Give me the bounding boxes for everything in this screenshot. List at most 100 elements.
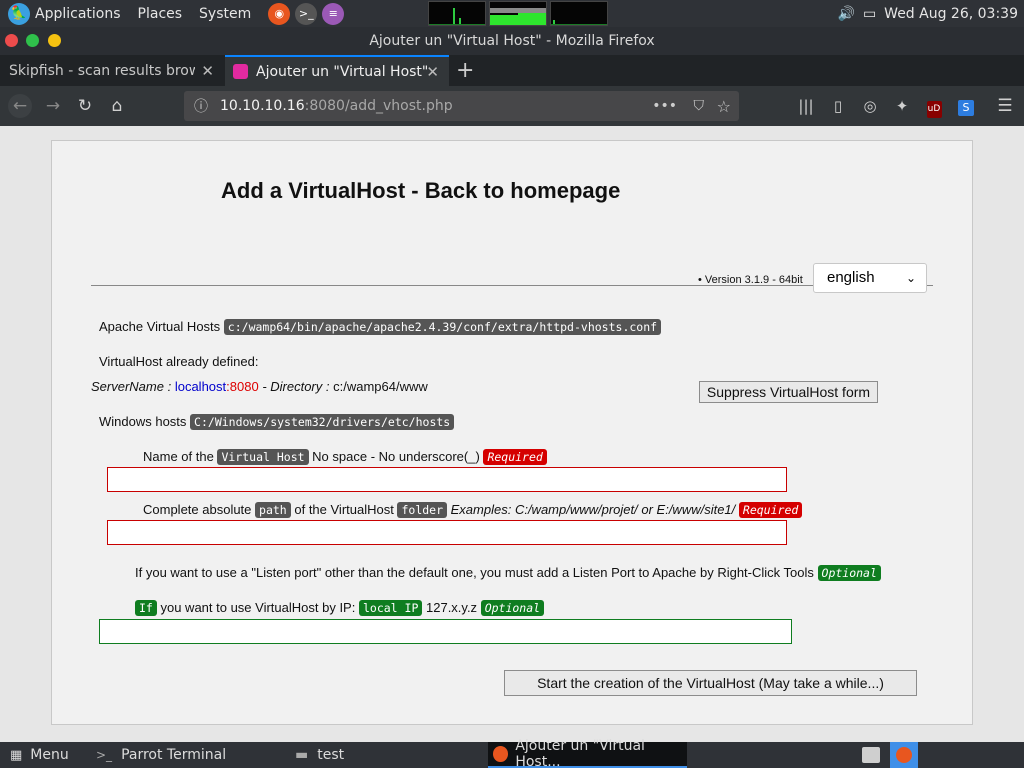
taskbar-folder-label: test [317, 747, 345, 763]
cpu-graph [428, 1, 486, 26]
sidebar-icon[interactable]: ▯ [826, 94, 850, 118]
reload-button[interactable]: ↻ [73, 94, 97, 118]
taskbar-firefox[interactable]: Ajouter un "Virtual Host... [488, 738, 687, 768]
create-vhost-button[interactable]: Start the creation of the VirtualHost (M… [504, 670, 917, 696]
window-titlebar: Ajouter un "Virtual Host" - Mozilla Fire… [0, 27, 1024, 55]
tab-add-vhost[interactable]: Ajouter un "Virtual Host" ✕ [225, 55, 449, 86]
folder-code-tag: folder [397, 502, 448, 518]
display-icon[interactable]: ▭ [863, 6, 876, 22]
suppress-vhost-button[interactable]: Suppress VirtualHost form [699, 381, 878, 403]
vhost-name-label-row: Name of the Virtual Host No space - No u… [143, 449, 547, 465]
top-panel-tray: 🔊 ▭ Wed Aug 26, 03:39 [838, 0, 1019, 27]
maximize-window-button[interactable] [26, 34, 39, 47]
url-bar[interactable]: ⓘ 10.10.10.16:8080/add_vhost.php ••• ⛉ ☆ [184, 91, 739, 121]
pocket-icon[interactable]: ⛉ [694, 98, 705, 114]
vhost-form-panel: Add a VirtualHost - Back to homepage • V… [51, 140, 973, 725]
tab-skipfish[interactable]: Skipfish - scan results brows ✕ [0, 55, 224, 86]
extension-icon[interactable]: ✦ [890, 94, 914, 118]
ublock-icon[interactable]: uD [922, 94, 946, 118]
apache-vhosts-row: Apache Virtual Hosts c:/wamp64/bin/apach… [99, 319, 662, 335]
taskbar-menu[interactable]: ▦ Menu [10, 742, 69, 768]
tray-firefox-icon[interactable] [890, 742, 918, 768]
chevron-down-icon: ⌄ [905, 271, 916, 285]
vhost-name-input[interactable] [107, 467, 787, 492]
apache-vhosts-label: Apache Virtual Hosts [99, 319, 221, 334]
taskbar-terminal[interactable]: >_ Parrot Terminal [96, 742, 226, 768]
folder-icon: ▬ [295, 747, 309, 763]
tab-bar: Skipfish - scan results brows ✕ Ajouter … [0, 55, 1024, 86]
close-tab-icon[interactable]: ✕ [426, 63, 439, 81]
version-label: Version 3.1.9 - 64bit [704, 274, 803, 286]
account-icon[interactable]: ◎ [858, 94, 882, 118]
library-icon[interactable]: ||| [794, 94, 818, 118]
already-defined-label: VirtualHost already defined: [99, 354, 259, 369]
ip-label-text: you want to use VirtualHost by IP: [160, 600, 356, 615]
taskbar-firefox-label: Ajouter un "Virtual Host... [515, 738, 645, 768]
existing-vhost-entry: ServerName : localhost:8080 - Directory … [91, 379, 428, 394]
parrot-logo-icon[interactable]: 🦜 [8, 2, 30, 25]
taskbar-folder[interactable]: ▬ test [295, 742, 344, 768]
close-tab-icon[interactable]: ✕ [201, 62, 214, 80]
system-menu[interactable]: System [199, 6, 251, 22]
clock[interactable]: Wed Aug 26, 03:39 [884, 6, 1018, 22]
vhost-ip-input[interactable] [99, 619, 792, 644]
hamburger-menu-icon[interactable]: ☰ [993, 94, 1017, 118]
vhost-path-label-row: Complete absolute path of the VirtualHos… [143, 502, 803, 518]
terminal-icon: >_ [96, 748, 113, 762]
url-path: :8080/add_vhost.php [304, 98, 453, 114]
close-window-button[interactable] [5, 34, 18, 47]
listen-port-text: If you want to use a "Listen port" other… [135, 565, 814, 580]
page-actions-icon[interactable]: ••• [652, 98, 677, 114]
directory-value: c:/wamp64/www [333, 379, 428, 394]
forward-button[interactable]: → [41, 94, 65, 118]
wamp-favicon-icon [233, 64, 248, 79]
windows-hosts-label: Windows hosts [99, 414, 187, 429]
optional-badge: Optional [817, 565, 881, 581]
places-menu[interactable]: Places [138, 6, 183, 22]
apache-vhosts-path: c:/wamp64/bin/apache/apache2.4.39/conf/e… [223, 319, 662, 335]
windows-hosts-path: C:/Windows/system32/drivers/etc/hosts [190, 414, 455, 430]
path-examples: Examples: C:/wamp/www/projet/ or E:/www/… [450, 502, 736, 517]
optional-badge: Optional [480, 600, 545, 616]
server-port: :8080 [226, 379, 259, 394]
home-button[interactable]: ⌂ [105, 94, 129, 118]
new-tab-button[interactable]: + [456, 58, 474, 83]
taskbar-menu-label: Menu [30, 747, 69, 763]
tab-label: Skipfish - scan results brows [9, 62, 195, 79]
directory-label: - Directory : [262, 379, 330, 394]
local-ip-tag: local IP [358, 600, 423, 616]
listen-port-row: If you want to use a "Listen port" other… [135, 565, 881, 581]
workspace-switcher-icon[interactable] [862, 742, 880, 768]
taskbar: ▦ Menu >_ Parrot Terminal ▬ test Ajouter… [0, 738, 1024, 768]
path-label-text-2: of the VirtualHost [294, 502, 394, 517]
vhost-path-input[interactable] [107, 520, 787, 545]
required-badge: Required [483, 449, 547, 465]
version-text: • Version 3.1.9 - 64bit [698, 274, 803, 286]
if-tag: If [135, 600, 157, 616]
memory-graph [489, 1, 547, 26]
server-name-label: ServerName : [91, 379, 172, 394]
volume-icon[interactable]: 🔊 [838, 6, 855, 22]
info-icon[interactable]: ⓘ [194, 96, 208, 116]
tab-label: Ajouter un "Virtual Host" [256, 63, 429, 80]
bookmark-star-icon[interactable]: ☆ [717, 97, 731, 116]
windows-hosts-row: Windows hosts C:/Windows/system32/driver… [99, 414, 455, 430]
vhost-ip-label-row: If you want to use VirtualHost by IP: lo… [135, 600, 545, 616]
firefox-launcher-icon[interactable]: ◉ [268, 2, 291, 25]
skype-extension-icon[interactable]: S [954, 94, 978, 118]
minimize-window-button[interactable] [48, 34, 61, 47]
language-select[interactable]: english ⌄ [813, 263, 927, 293]
page-heading[interactable]: Add a VirtualHost - Back to homepage [221, 178, 620, 204]
top-panel: 🦜 Applications Places System ◉ >_ ≡ 🔊 ▭ … [0, 0, 1024, 27]
path-label-text: Complete absolute [143, 502, 252, 517]
applications-menu[interactable]: Applications [35, 6, 121, 22]
server-host: localhost [174, 379, 227, 394]
text-editor-launcher-icon[interactable]: ≡ [322, 2, 345, 25]
terminal-launcher-icon[interactable]: >_ [295, 2, 318, 25]
url-host: 10.10.10.16 [220, 98, 305, 114]
apps-grid-icon: ▦ [10, 747, 23, 763]
taskbar-terminal-label: Parrot Terminal [121, 747, 227, 763]
name-hint-text: No space - No underscore(_) [312, 449, 480, 464]
path-code-tag: path [255, 502, 291, 518]
back-button[interactable]: ← [8, 94, 32, 118]
